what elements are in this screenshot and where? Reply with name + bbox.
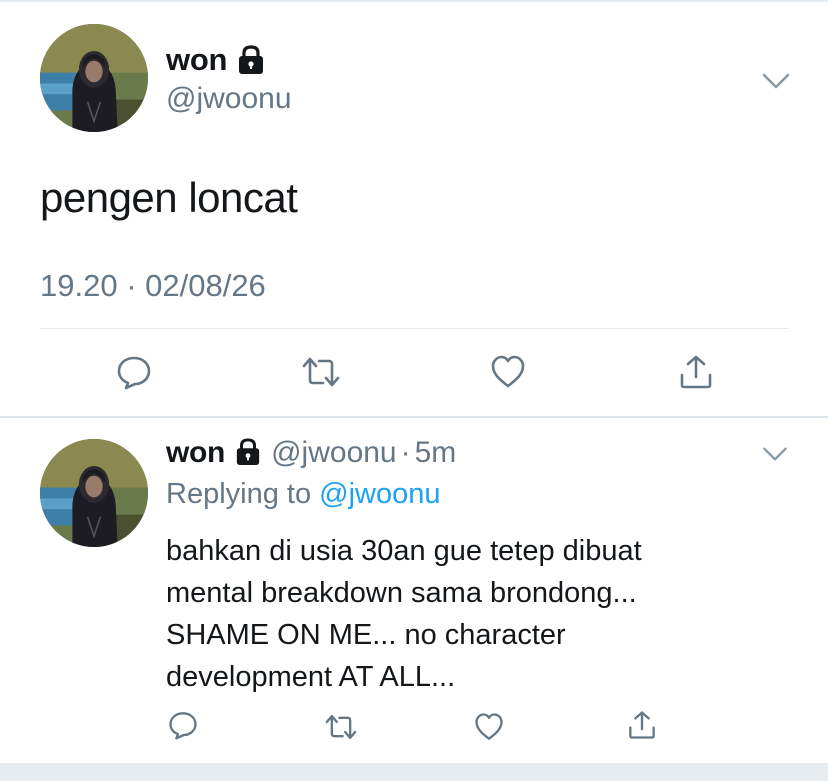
divider: [40, 328, 788, 329]
reply-text: bahkan di usia 30an gue tetep dibuat men…: [166, 530, 786, 698]
share-button[interactable]: [625, 708, 659, 742]
replying-to: Replying to @jwoonu: [166, 478, 441, 511]
display-name-text: won: [166, 42, 228, 77]
display-name[interactable]: won: [166, 436, 225, 470]
share-icon: [629, 711, 655, 739]
display-name[interactable]: won: [166, 42, 265, 78]
like-icon: [491, 355, 525, 388]
reply-text-line: bahkan di usia 30an gue tetep dibuat: [166, 535, 642, 567]
tweet-timestamp[interactable]: 19.20 · 02/08/26: [40, 268, 266, 304]
retweet-button[interactable]: [301, 352, 341, 392]
avatar[interactable]: [40, 24, 148, 132]
reply-text-line: mental breakdown sama brondong...: [166, 577, 637, 609]
like-icon: [475, 713, 503, 740]
tweet-text: pengen loncat: [40, 174, 298, 221]
chevron-down-icon[interactable]: [762, 446, 790, 464]
reply-text-line: development AT ALL...: [166, 661, 456, 693]
reply-icon: [117, 356, 151, 390]
reply-icon: [169, 712, 197, 740]
bottom-divider: [0, 763, 828, 781]
like-button[interactable]: [472, 710, 506, 744]
tweet-time[interactable]: 5m: [415, 436, 457, 470]
avatar-image: [40, 24, 148, 132]
retweet-icon: [325, 715, 357, 739]
main-tweet: won @jwoonu pengen loncat 19.20 · 02/08/…: [0, 2, 828, 416]
replying-prefix: Replying to: [166, 478, 312, 510]
handle[interactable]: @jwoonu: [271, 436, 397, 470]
reply-text-line: SHAME ON ME... no character: [166, 619, 566, 651]
reply-button[interactable]: [166, 708, 200, 742]
chevron-down-icon[interactable]: [762, 72, 790, 90]
like-button[interactable]: [488, 352, 528, 392]
handle[interactable]: @jwoonu: [166, 82, 292, 116]
lock-icon: [237, 45, 265, 75]
share-button[interactable]: [676, 352, 716, 392]
lock-icon: [235, 438, 263, 468]
replying-mention-link[interactable]: @jwoonu: [319, 478, 440, 510]
avatar-image: [40, 439, 148, 547]
avatar[interactable]: [40, 439, 148, 547]
share-icon: [680, 355, 712, 389]
retweet-button[interactable]: [322, 710, 360, 744]
retweet-icon: [302, 357, 340, 387]
reply-button[interactable]: [114, 352, 154, 392]
reply-header: won @jwoonu · 5m: [166, 436, 456, 470]
separator-dot: ·: [400, 436, 411, 469]
section-divider: [0, 416, 828, 418]
